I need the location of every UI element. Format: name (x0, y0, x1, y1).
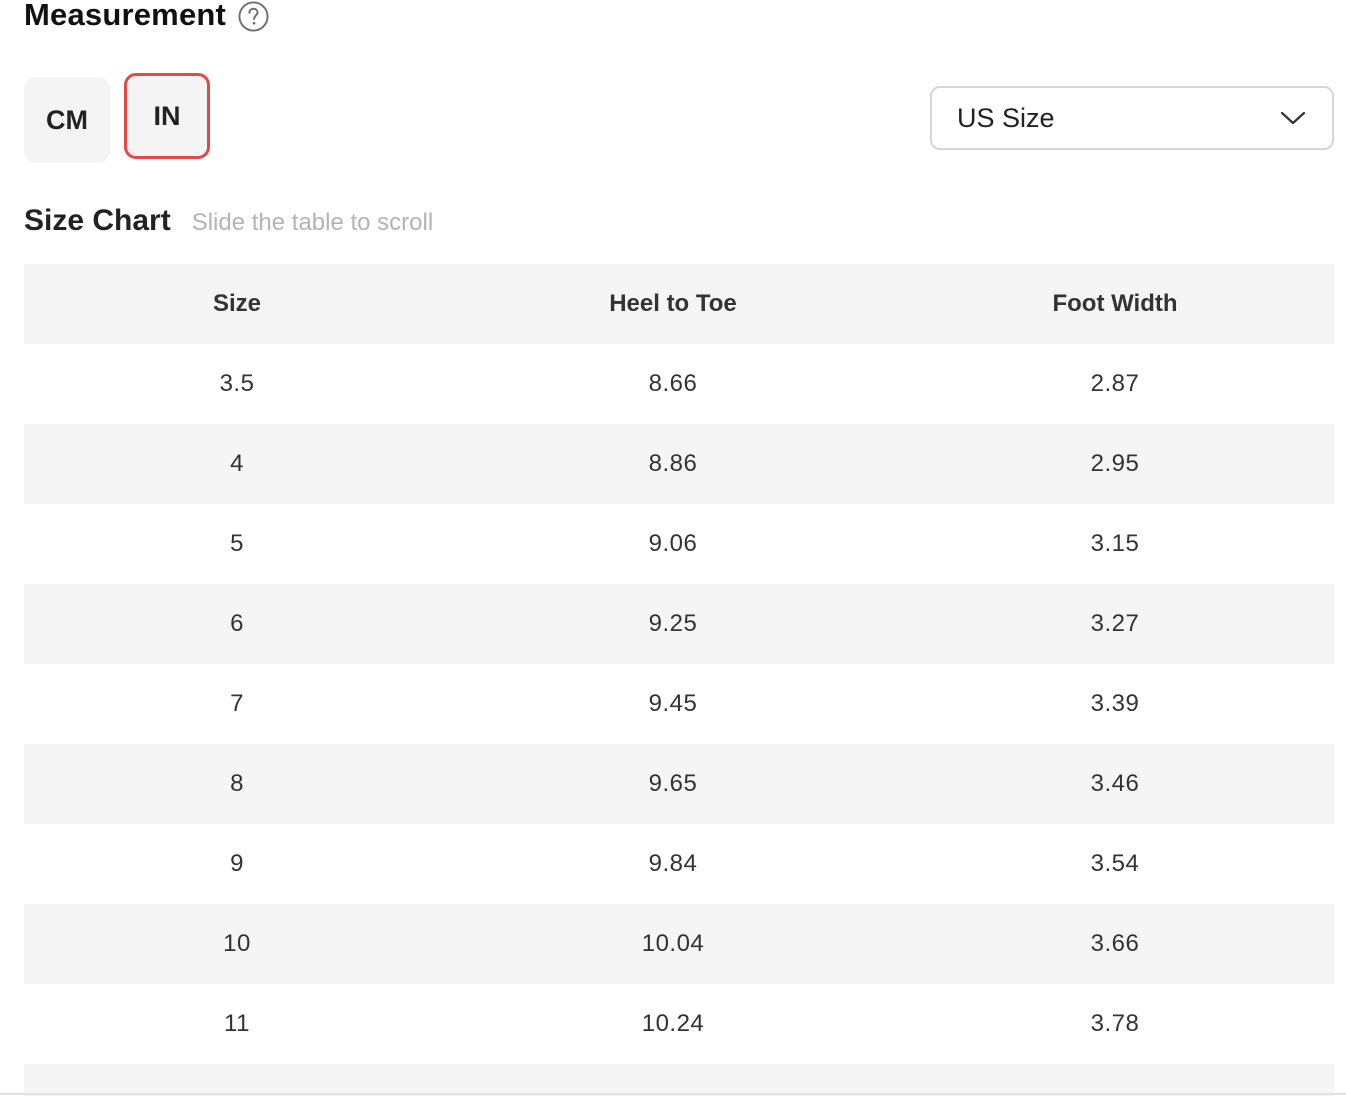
unit-cm-button[interactable]: CM (24, 77, 110, 163)
table-row: 5 9.06 3.15 (24, 504, 1334, 584)
measurement-title: Measurement (24, 0, 227, 32)
cell-heel-to-toe: 8.86 (450, 424, 896, 504)
cell-heel-to-toe: 9.25 (450, 584, 896, 664)
size-chart-table[interactable]: Size Heel to Toe Foot Width 3.5 8.66 2.8… (24, 264, 1334, 1064)
cell-size: 11 (224, 1010, 250, 1037)
table-row: 3.5 8.66 2.87 (24, 344, 1334, 424)
table-row: 7 9.45 3.39 (24, 664, 1334, 744)
column-header-heel-to-toe: Heel to Toe (450, 264, 896, 344)
unit-toggle: CM IN (24, 73, 210, 163)
unit-in-button[interactable]: IN (124, 73, 210, 159)
question-circle-icon[interactable] (238, 0, 269, 32)
table-row: 9 9.84 3.54 (24, 824, 1334, 904)
cell-size: 9 (230, 850, 244, 877)
divider (0, 1093, 1346, 1095)
cell-foot-width: 2.87 (1090, 370, 1140, 397)
size-chart-title: Size Chart (24, 204, 171, 237)
size-system-select[interactable]: US Size (930, 86, 1334, 150)
cell-heel-to-toe: 10.24 (641, 1010, 705, 1037)
table-row: 11 10.24 3.78 (24, 984, 1334, 1064)
cell-size: 5 (230, 530, 244, 557)
cell-foot-width: 3.78 (1090, 1010, 1140, 1037)
cell-size: 8 (24, 744, 450, 824)
cell-heel-to-toe: 8.66 (648, 370, 698, 397)
cell-heel-to-toe: 9.06 (648, 530, 698, 557)
cell-foot-width: 3.39 (1090, 690, 1140, 717)
cell-size: 3.5 (219, 370, 255, 397)
cell-size: 7 (230, 690, 244, 717)
cell-heel-to-toe: 9.65 (450, 744, 896, 824)
cell-size: 6 (24, 584, 450, 664)
cell-heel-to-toe: 9.84 (648, 850, 698, 877)
size-chart-scroll-hint: Slide the table to scroll (191, 209, 434, 236)
table-row-partial (24, 1064, 1334, 1096)
column-header-foot-width: Foot Width (896, 264, 1334, 344)
cell-foot-width: 3.15 (1090, 530, 1140, 557)
cell-size: 4 (24, 424, 450, 504)
cell-size: 10 (24, 904, 450, 984)
table-row: 6 9.25 3.27 (24, 584, 1334, 664)
table-row: 10 10.04 3.66 (24, 904, 1334, 984)
size-system-value: US Size (957, 102, 1055, 133)
cell-foot-width: 3.66 (896, 904, 1334, 984)
cell-heel-to-toe: 9.45 (648, 690, 698, 717)
table-row: 4 8.86 2.95 (24, 424, 1334, 504)
measurement-header: Measurement (24, 0, 269, 34)
table-header-row: Size Heel to Toe Foot Width (24, 264, 1334, 344)
cell-foot-width: 3.27 (896, 584, 1334, 664)
cell-heel-to-toe: 10.04 (450, 904, 896, 984)
cell-foot-width: 3.54 (1090, 850, 1140, 877)
chevron-down-icon (1280, 111, 1306, 125)
table-row: 8 9.65 3.46 (24, 744, 1334, 824)
cell-foot-width: 3.46 (896, 744, 1334, 824)
size-chart-heading: Size Chart Slide the table to scroll (24, 204, 433, 238)
cell-foot-width: 2.95 (896, 424, 1334, 504)
column-header-size: Size (24, 264, 450, 344)
